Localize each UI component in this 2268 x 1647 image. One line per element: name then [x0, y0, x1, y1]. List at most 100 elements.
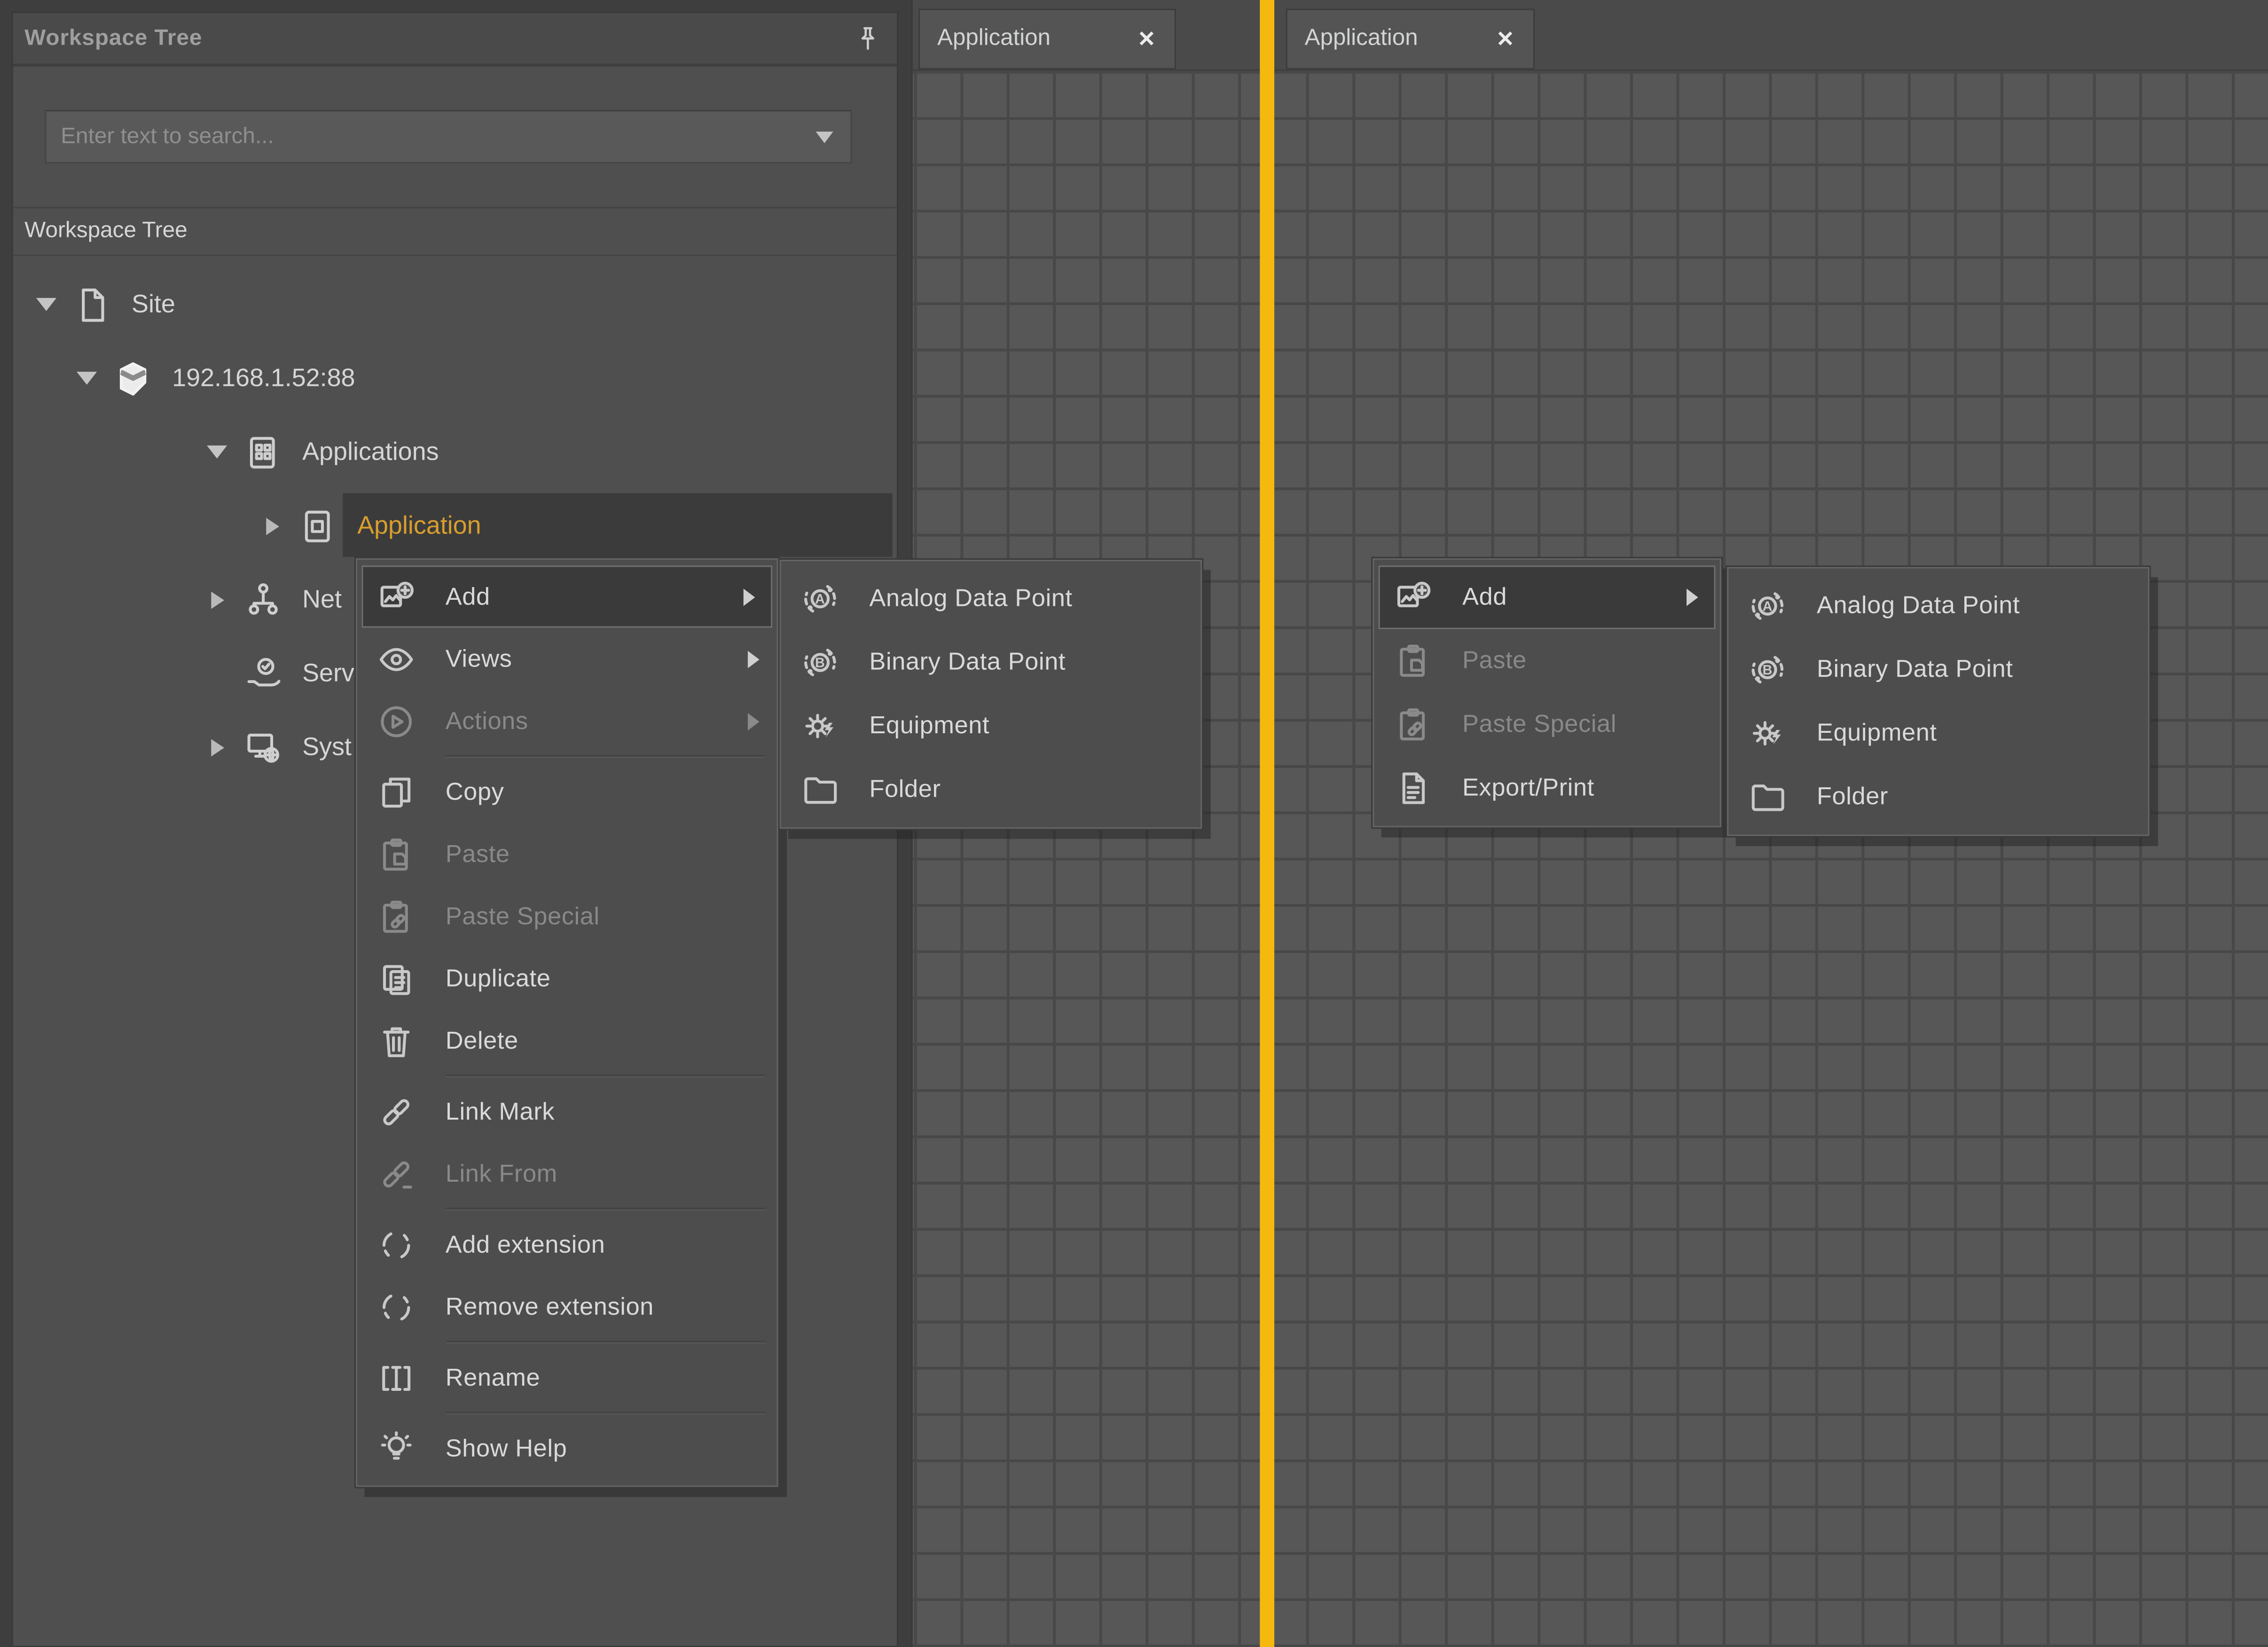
submenu-arrow-icon — [744, 588, 755, 605]
help-icon — [376, 1428, 416, 1469]
canvas-add-submenu: AAnalog Data Point B Binary Data Point Equi… — [1727, 567, 2150, 836]
search-input[interactable] — [46, 124, 816, 149]
tree-item-applications[interactable]: Applications — [13, 415, 897, 489]
chevron-collapsed-icon[interactable] — [204, 591, 230, 608]
menu-item-folder[interactable]: Folder — [781, 758, 1201, 821]
tree-item-label: Applications — [302, 437, 439, 467]
menu-item-binary-data-point[interactable]: B Binary Data Point — [781, 631, 1201, 694]
menu-item-folder[interactable]: Folder — [1728, 765, 2148, 829]
close-icon[interactable]: ✕ — [1138, 26, 1156, 52]
actions-icon — [376, 701, 416, 741]
chevron-expanded-icon[interactable] — [33, 298, 59, 311]
binary-point-icon: B — [1747, 650, 1788, 690]
menu-item-analog-data-point[interactable]: AAnalog Data Point — [1728, 574, 2148, 638]
link-icon — [376, 1091, 416, 1132]
network-icon — [243, 579, 286, 620]
close-icon[interactable]: ✕ — [1496, 26, 1515, 52]
menu-item-label: Rename — [446, 1363, 540, 1392]
expander-triangle — [77, 372, 97, 385]
menu-item-copy[interactable]: Copy — [357, 761, 777, 823]
menu-item-export-print[interactable]: Export/Print — [1374, 756, 1719, 820]
menu-item-duplicate[interactable]: Duplicate — [357, 948, 777, 1010]
expander-triangle — [36, 298, 56, 311]
add-icon — [1393, 577, 1433, 618]
delete-icon — [376, 1020, 416, 1061]
menu-item-add-extension[interactable]: Add extension — [357, 1214, 777, 1276]
application-window: Workspace Tree Workspace Tree Site192.16… — [0, 0, 2268, 1647]
canvas-grid-left[interactable] — [913, 71, 1262, 1647]
menu-item-analog-data-point[interactable]: AAnalog Data Point — [781, 567, 1201, 630]
menu-item-show-help[interactable]: Show Help — [357, 1418, 777, 1480]
views-icon — [376, 639, 416, 679]
menu-item-paste-special: Paste Special — [357, 885, 777, 947]
menu-item-label: Paste Special — [446, 902, 600, 931]
chevron-expanded-icon[interactable] — [204, 446, 230, 459]
copy-icon — [376, 772, 416, 812]
rename-icon — [376, 1357, 416, 1398]
menu-item-remove-extension[interactable]: Remove extension — [357, 1276, 777, 1338]
menu-separator — [446, 1338, 765, 1346]
menu-item-actions: Actions — [357, 690, 777, 752]
menu-item-binary-data-point[interactable]: B Binary Data Point — [1728, 638, 2148, 701]
menu-item-label: Equipment — [1817, 719, 1937, 748]
chevron-collapsed-icon[interactable] — [259, 517, 285, 534]
canvas-grid-right[interactable] — [1274, 71, 2268, 1647]
paste-special-icon — [376, 896, 416, 936]
tree-context-menu: Add ViewsActions Copy Paste Paste Special Dup… — [356, 558, 778, 1487]
app-root: Workspace Tree Workspace Tree Site192.16… — [0, 0, 2268, 1647]
menu-item-views[interactable]: Views — [357, 628, 777, 690]
tab-bar-right: Application ✕ — [1274, 0, 2268, 71]
application-icon — [298, 505, 341, 546]
menu-item-delete[interactable]: Delete — [357, 1010, 777, 1072]
menu-item-add[interactable]: Add — [1379, 565, 1716, 629]
tab-application-right[interactable]: Application ✕ — [1286, 8, 1535, 69]
pin-icon[interactable] — [854, 23, 883, 55]
panel-title: Workspace Tree — [24, 25, 202, 51]
dropdown-caret-icon[interactable] — [816, 131, 833, 142]
menu-item-paste: Paste — [1374, 629, 1719, 693]
menu-item-label: Binary Data Point — [1817, 655, 2013, 684]
menu-item-link-mark[interactable]: Link Mark — [357, 1081, 777, 1143]
link-from-icon — [376, 1153, 416, 1194]
folder-icon — [800, 769, 840, 810]
menu-item-rename[interactable]: Rename — [357, 1347, 777, 1409]
panel-splitter[interactable] — [1260, 0, 1274, 1647]
menu-item-paste: Paste — [357, 823, 777, 885]
menu-item-equipment[interactable]: Equipment — [781, 694, 1201, 758]
tab-label: Application — [937, 26, 1051, 52]
menu-item-label: Paste Special — [1462, 710, 1617, 739]
chevron-expanded-icon[interactable] — [74, 372, 100, 385]
tab-bar-left: Application ✕ — [913, 0, 1262, 71]
menu-item-label: Binary Data Point — [869, 648, 1066, 677]
svg-text:A: A — [1763, 599, 1773, 614]
document-icon — [72, 284, 116, 325]
search-area — [13, 70, 897, 208]
tree-item-label: Net — [302, 584, 342, 615]
menu-item-label: Folder — [1817, 783, 1888, 812]
svg-text:B: B — [815, 655, 825, 670]
menu-item-add[interactable]: Add — [361, 565, 772, 627]
folder-icon — [1747, 776, 1788, 817]
panel-header: Workspace Tree — [13, 13, 897, 67]
tree-item-site[interactable]: Site — [13, 267, 897, 341]
tree-item-label: 192.168.1.52:88 — [172, 363, 355, 393]
applications-icon — [243, 432, 286, 472]
menu-item-label: Delete — [446, 1026, 518, 1055]
menu-item-label: Folder — [869, 775, 941, 804]
menu-item-equipment[interactable]: Equipment — [1728, 701, 2148, 765]
analog-point-icon: A — [800, 579, 840, 619]
chevron-collapsed-icon[interactable] — [204, 738, 230, 756]
tree-item-server[interactable]: 192.168.1.52:88 — [13, 341, 897, 415]
analog-point-icon: A — [1747, 586, 1788, 626]
menu-item-label: Paste — [1462, 647, 1527, 676]
menu-item-label: Copy — [446, 777, 504, 807]
equipment-icon — [800, 706, 840, 746]
svg-text:A: A — [815, 592, 825, 607]
menu-item-label: Add — [446, 582, 490, 612]
extension-add-icon — [376, 1224, 416, 1265]
tree-item-application[interactable]: Application — [13, 489, 897, 563]
tab-application-left[interactable]: Application ✕ — [918, 8, 1176, 69]
search-combobox[interactable] — [45, 110, 852, 164]
menu-item-label: Export/Print — [1462, 774, 1594, 803]
tab-label: Application — [1305, 26, 1418, 52]
